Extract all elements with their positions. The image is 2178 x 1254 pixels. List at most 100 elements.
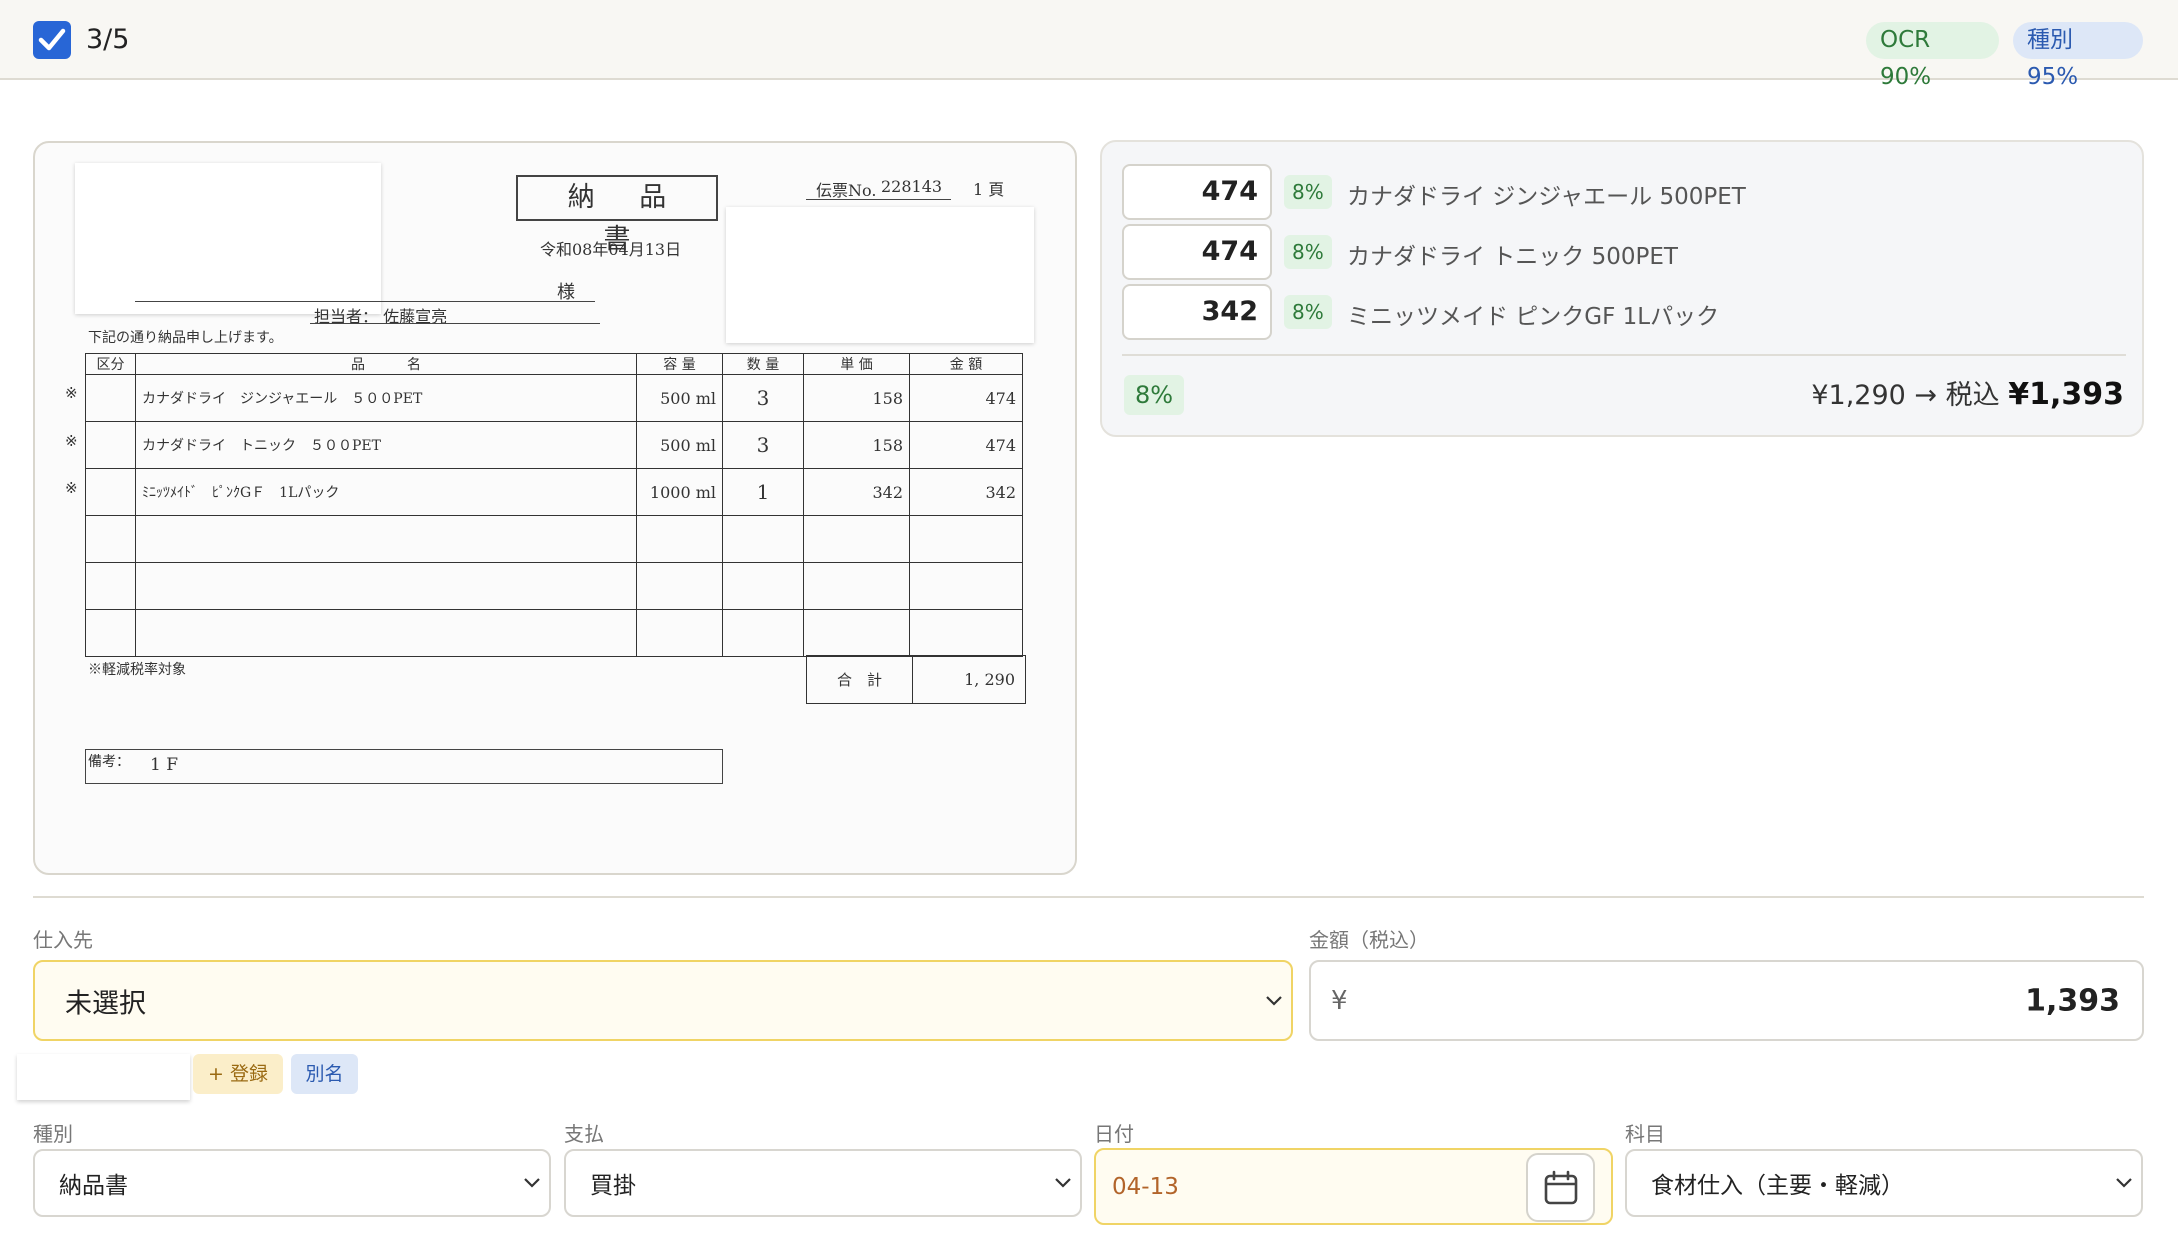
total-table: 合 計 1, 290 — [806, 655, 1026, 704]
reduced-tax-mark: ※ — [65, 384, 78, 402]
item-name: ﾐﾆｯﾂﾒｲﾄﾞ ﾋﾟﾝｸGＦ 1Lパック — [135, 468, 637, 516]
underline — [135, 301, 595, 302]
column-header: 単 価 — [803, 353, 910, 375]
item-amount: 474 — [909, 374, 1023, 422]
account-select[interactable]: 食材仕入（主要・軽減） — [1625, 1149, 2143, 1217]
table-row: カナダドライ トニック ５００PET 500 ml 3 158 474 — [85, 421, 1023, 469]
chevron-down-icon — [2116, 1178, 2132, 1188]
item-name: カナダドライ ジンジャエール ５００PET — [135, 374, 637, 422]
payment-select[interactable]: 買掛 — [564, 1149, 1082, 1217]
reduced-tax-note: ※軽減税率対象 — [88, 662, 186, 678]
progress-counter: 3/5 — [86, 24, 130, 55]
tax-rate-badge[interactable]: 8% — [1284, 175, 1332, 209]
account-value: 食材仕入（主要・軽減） — [1651, 1173, 1904, 1199]
intro-text: 下記の通り納品申し上げます。 — [88, 330, 283, 346]
vendor-label: 仕入先 — [33, 928, 93, 952]
select-checkbox[interactable] — [33, 21, 71, 59]
reduced-tax-mark: ※ — [65, 479, 78, 497]
column-header: 金 額 — [909, 353, 1023, 375]
vendor-select[interactable]: 未選択 — [33, 960, 1293, 1041]
remarks-value: 1 F — [150, 755, 179, 775]
item-qty: 3 — [722, 374, 804, 422]
item-qty: 1 — [722, 468, 804, 516]
amount-value: 1,393 — [2025, 983, 2120, 1018]
summary-tax-badge: 8% — [1124, 375, 1185, 415]
date-value: 04-13 — [1112, 1174, 1179, 1200]
tax-rate-badge[interactable]: 8% — [1284, 235, 1332, 269]
date-input[interactable]: 04-13 — [1094, 1148, 1613, 1225]
line-item-name: カナダドライ トニック 500PET — [1347, 244, 1678, 270]
total-label: 合 計 — [806, 655, 913, 704]
register-vendor-button[interactable]: + 登録 — [193, 1054, 283, 1094]
line-item-amount-input[interactable]: 474 — [1122, 164, 1272, 220]
date-label: 日付 — [1094, 1122, 1134, 1146]
redaction-box — [75, 163, 381, 314]
reduced-tax-mark: ※ — [65, 432, 78, 450]
table-row: ﾐﾆｯﾂﾒｲﾄﾞ ﾋﾟﾝｸGＦ 1Lパック 1000 ml 1 342 342 — [85, 468, 1023, 516]
remarks-label: 備考： — [88, 754, 130, 770]
vendor-search-field[interactable] — [17, 1054, 190, 1100]
delivery-table: 区分 品 名 容 量 数 量 単 価 金 額 カナダドライ ジンジャエール ５０… — [85, 353, 1023, 657]
chevron-down-icon — [524, 1178, 540, 1188]
account-label: 科目 — [1625, 1122, 1665, 1146]
line-item: 474 8% カナダドライ ジンジャエール 500PET — [1122, 164, 2122, 220]
line-item-name: カナダドライ ジンジャエール 500PET — [1347, 184, 1746, 210]
alias-button[interactable]: 別名 — [291, 1054, 358, 1094]
column-header: 品 名 — [135, 353, 637, 375]
calendar-icon — [1544, 1170, 1578, 1205]
item-amount: 342 — [909, 468, 1023, 516]
table-row-empty — [85, 515, 1023, 563]
currency-symbol: ¥ — [1331, 985, 1348, 1016]
chevron-down-icon — [1055, 1178, 1071, 1188]
kind-value: 納品書 — [59, 1173, 128, 1199]
checkmark-icon — [38, 28, 66, 51]
header-bar: 3/5 OCR 90% 種別 95% — [0, 0, 2178, 90]
line-item: 342 8% ミニッツメイド ピンクGF 1Lパック — [1122, 284, 2122, 340]
divider — [1122, 354, 2126, 356]
line-items-panel: 474 8% カナダドライ ジンジャエール 500PET 474 8% カナダド… — [1100, 140, 2144, 437]
ocr-confidence-badge: OCR 90% — [1866, 22, 1999, 90]
vendor-value: 未選択 — [65, 988, 146, 1019]
calendar-button[interactable] — [1526, 1153, 1595, 1222]
document-image[interactable]: 納 品 書 伝票No. 228143 1 頁 令和08年04月13日 様 担当者… — [33, 141, 1077, 875]
underline — [806, 199, 951, 200]
remarks-box: 備考： 1 F — [85, 749, 723, 784]
payment-label: 支払 — [564, 1122, 604, 1146]
kind-label: 種別 — [33, 1122, 73, 1146]
line-item-amount-input[interactable]: 342 — [1122, 284, 1272, 340]
line-item-name: ミニッツメイド ピンクGF 1Lパック — [1347, 304, 1720, 330]
item-volume: 1000 ml — [636, 468, 723, 516]
kind-select[interactable]: 納品書 — [33, 1149, 551, 1217]
chevron-down-icon — [1266, 995, 1282, 1006]
item-volume: 500 ml — [636, 421, 723, 469]
slip-number: 228143 — [881, 177, 943, 196]
amount-label: 金額（税込） — [1309, 928, 1429, 952]
item-unit-price: 342 — [803, 468, 910, 516]
payment-value: 買掛 — [590, 1173, 636, 1199]
tax-rate-badge[interactable]: 8% — [1284, 295, 1332, 329]
underline — [310, 323, 600, 324]
item-volume: 500 ml — [636, 374, 723, 422]
total-with-tax: ¥1,393 — [2008, 377, 2124, 412]
table-row-empty — [85, 609, 1023, 657]
summary-totals: ¥1,290 → 税込 ¥1,393 — [1811, 375, 2124, 416]
item-unit-price: 158 — [803, 421, 910, 469]
document-date: 令和08年04月13日 — [540, 240, 682, 259]
page-number: 1 頁 — [973, 180, 1005, 199]
column-header: 区分 — [85, 353, 136, 375]
item-unit-price: 158 — [803, 374, 910, 422]
total-value: 1, 290 — [912, 655, 1026, 704]
kind-confidence-badge: 種別 95% — [2013, 22, 2143, 90]
line-item-amount-input[interactable]: 474 — [1122, 224, 1272, 280]
item-qty: 3 — [722, 421, 804, 469]
line-item: 474 8% カナダドライ トニック 500PET — [1122, 224, 2122, 280]
amount-input[interactable]: ¥ 1,393 — [1309, 960, 2144, 1041]
column-header: 数 量 — [722, 353, 804, 375]
item-amount: 474 — [909, 421, 1023, 469]
slip-number-label: 伝票No. — [816, 181, 877, 200]
column-header: 容 量 — [636, 353, 723, 375]
table-row-empty — [85, 562, 1023, 610]
item-name: カナダドライ トニック ５００PET — [135, 421, 637, 469]
subtotal-text: ¥1,290 → 税込 — [1811, 380, 2000, 411]
redaction-box — [726, 207, 1034, 343]
